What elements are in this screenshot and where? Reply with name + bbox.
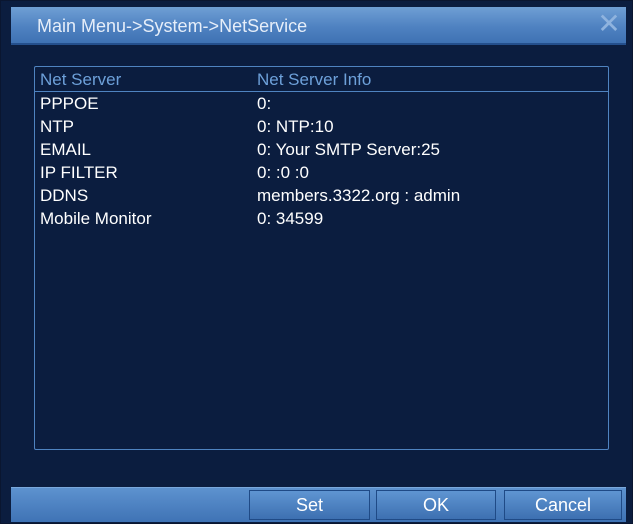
cancel-button[interactable]: Cancel: [504, 490, 622, 520]
row-server-name: EMAIL: [40, 140, 92, 159]
list-row-ntp[interactable]: NTP 0: NTP:10: [35, 115, 608, 138]
list-row-ddns[interactable]: DDNS members.3322.org : admin: [35, 184, 608, 207]
row-server-name: IP FILTER: [40, 163, 118, 182]
window-title: Main Menu->System->NetService: [37, 16, 308, 36]
row-server-info: 0: 34599: [257, 209, 324, 228]
row-server-info: 0: NTP:10: [257, 117, 334, 136]
list-row-ip-filter[interactable]: IP FILTER 0: :0 :0: [35, 161, 608, 184]
header-net-server-info: Net Server Info: [257, 70, 372, 89]
list-row-mobile-monitor[interactable]: Mobile Monitor 0: 34599: [35, 207, 608, 230]
list-row-pppoe[interactable]: PPPOE 0:: [35, 92, 608, 115]
row-server-name: PPPOE: [40, 94, 99, 113]
row-server-name: Mobile Monitor: [40, 209, 152, 228]
row-server-name: DDNS: [40, 186, 89, 205]
row-server-info: 0: Your SMTP Server:25: [257, 140, 441, 159]
title-bar: Main Menu->System->NetService ✕: [11, 7, 626, 45]
row-server-info: members.3322.org : admin: [257, 186, 461, 205]
list-header: Net Server Net Server Info: [35, 67, 608, 92]
set-button[interactable]: Set: [249, 490, 370, 520]
close-icon[interactable]: ✕: [596, 9, 622, 39]
row-server-info: 0: :0 :0: [257, 163, 309, 182]
ok-button[interactable]: OK: [376, 490, 496, 520]
net-service-list: Net Server Net Server Info PPPOE 0: NTP …: [34, 66, 609, 450]
row-server-info: 0:: [257, 94, 272, 113]
list-row-email[interactable]: EMAIL 0: Your SMTP Server:25: [35, 138, 608, 161]
row-server-name: NTP: [40, 117, 74, 136]
netservice-window: Main Menu->System->NetService ✕ Net Serv…: [0, 0, 633, 524]
header-net-server: Net Server: [40, 70, 122, 89]
